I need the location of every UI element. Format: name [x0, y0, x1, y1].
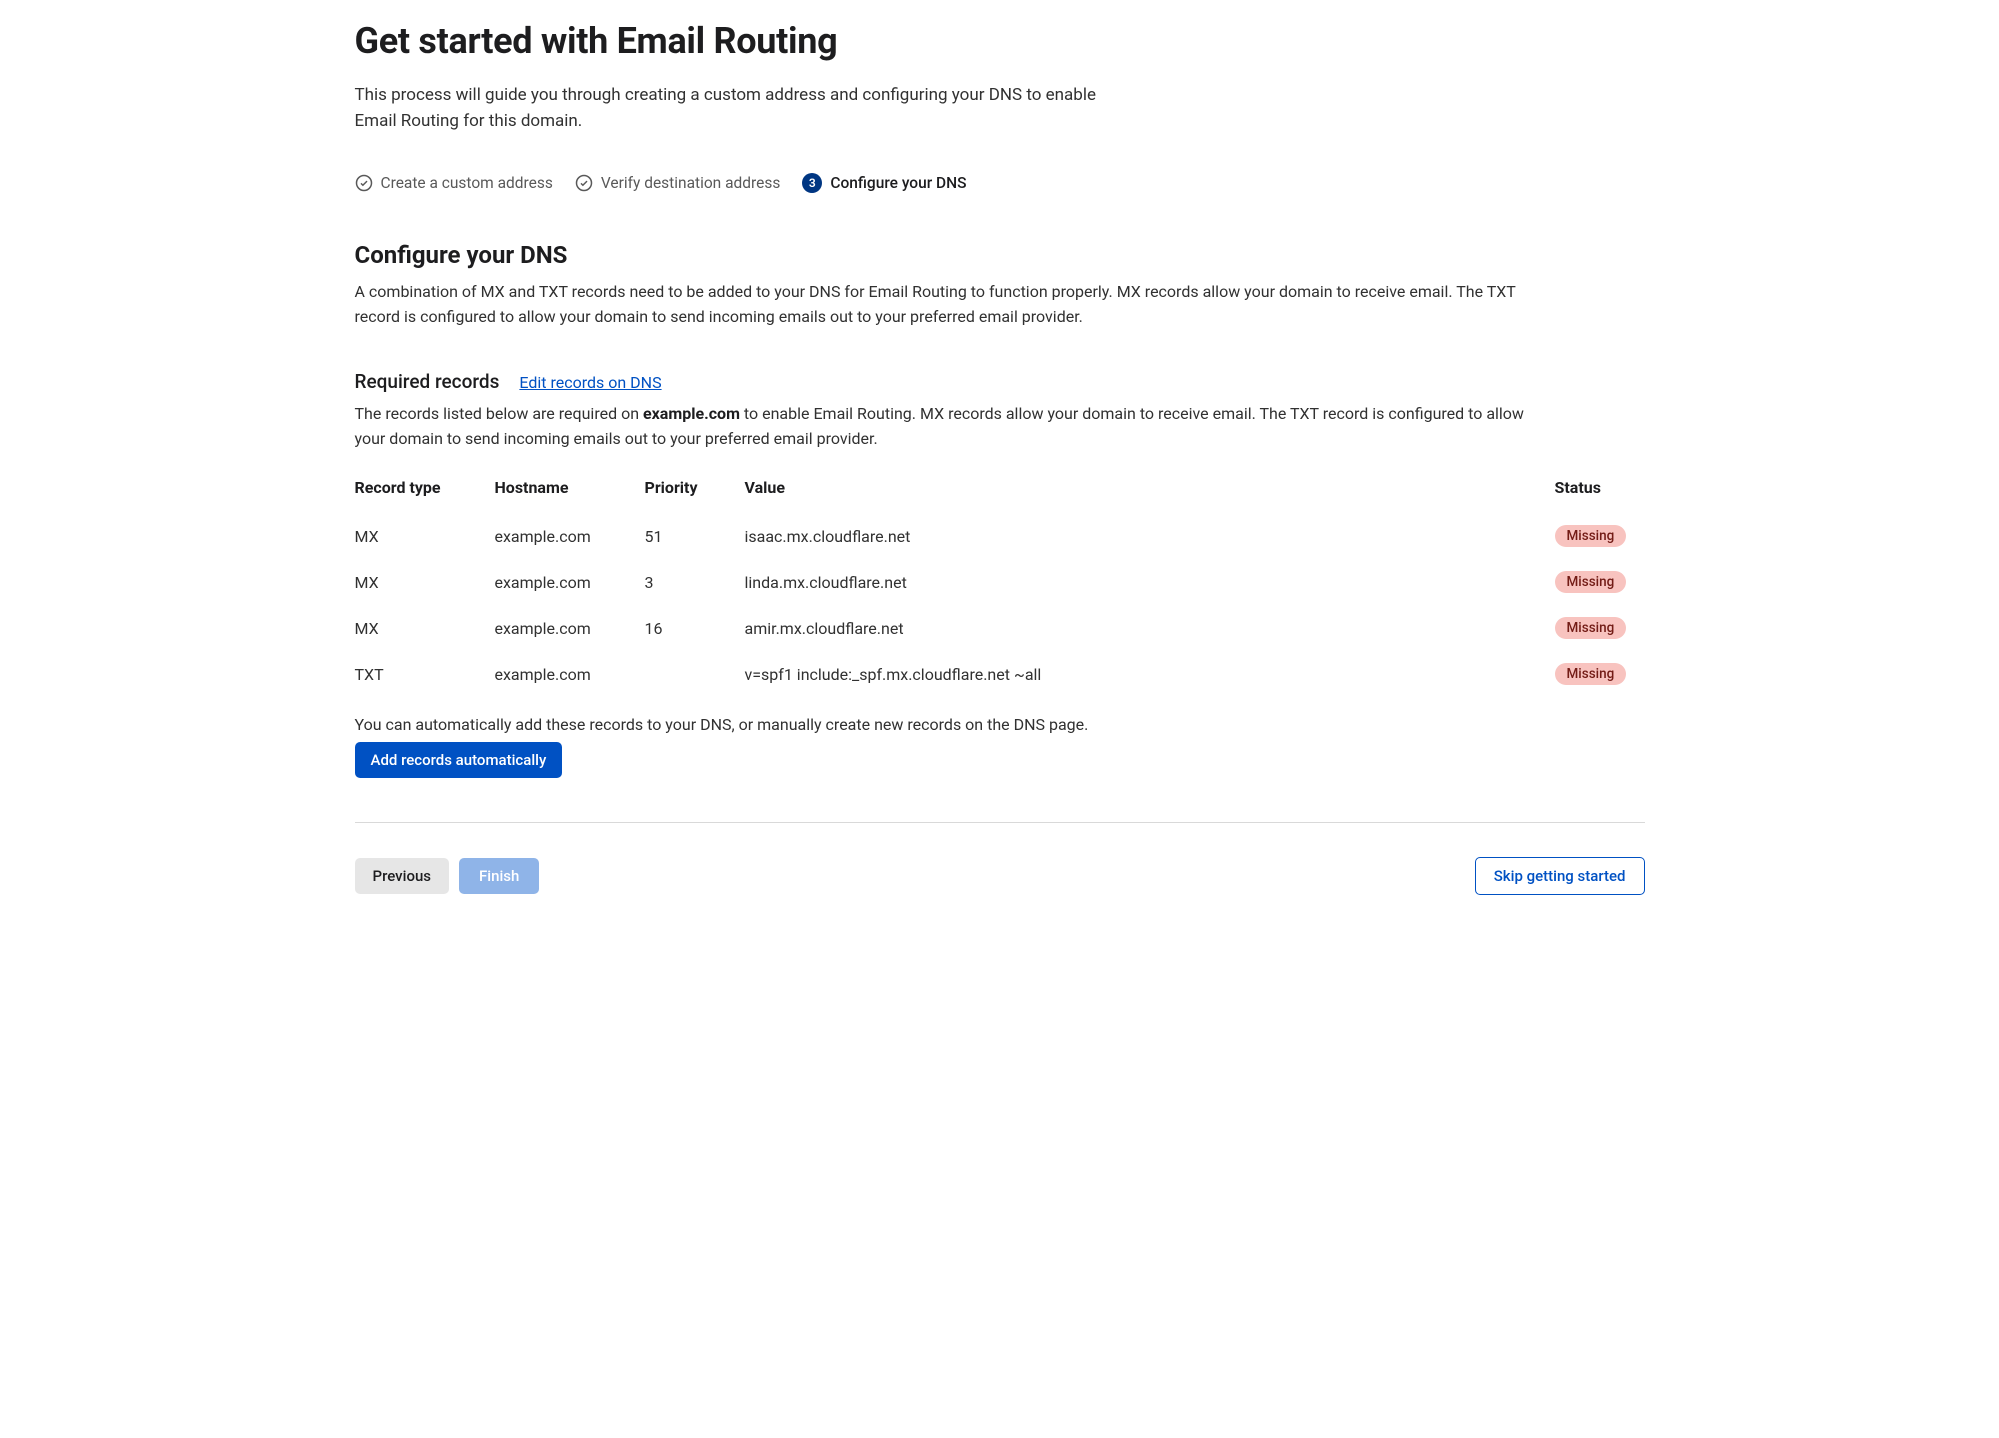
skip-getting-started-button[interactable]: Skip getting started — [1475, 857, 1645, 895]
header-priority: Priority — [645, 478, 745, 513]
cell-value: v=spf1 include:_spf.mx.cloudflare.net ~a… — [745, 651, 1555, 697]
footer-actions: Previous Finish Skip getting started — [355, 857, 1645, 895]
cell-type: MX — [355, 605, 495, 651]
table-row: MXexample.com3linda.mx.cloudflare.netMis… — [355, 559, 1645, 605]
section-title: Configure your DNS — [355, 241, 1645, 269]
cell-hostname: example.com — [495, 559, 645, 605]
cell-value: linda.mx.cloudflare.net — [745, 559, 1555, 605]
step-label: Configure your DNS — [830, 174, 966, 192]
previous-button[interactable]: Previous — [355, 858, 450, 894]
cell-value: isaac.mx.cloudflare.net — [745, 513, 1555, 559]
cell-type: TXT — [355, 651, 495, 697]
finish-button[interactable]: Finish — [459, 858, 539, 894]
step-create-address: Create a custom address — [355, 174, 553, 192]
header-record-type: Record type — [355, 478, 495, 513]
page-container: Get started with Email Routing This proc… — [355, 0, 1645, 945]
cell-hostname: example.com — [495, 605, 645, 651]
progress-stepper: Create a custom address Verify destinati… — [355, 173, 1645, 193]
cell-type: MX — [355, 513, 495, 559]
step-verify-destination: Verify destination address — [575, 174, 780, 192]
header-hostname: Hostname — [495, 478, 645, 513]
table-row: MXexample.com51isaac.mx.cloudflare.netMi… — [355, 513, 1645, 559]
edit-records-link[interactable]: Edit records on DNS — [519, 373, 661, 392]
status-badge: Missing — [1555, 617, 1627, 639]
auto-add-note: You can automatically add these records … — [355, 715, 1645, 734]
required-records-heading: Required records — [355, 370, 500, 393]
cell-status: Missing — [1555, 559, 1645, 605]
intro-text: This process will guide you through crea… — [355, 82, 1135, 135]
page-title: Get started with Email Routing — [355, 20, 1645, 62]
section-description: A combination of MX and TXT records need… — [355, 279, 1535, 330]
dns-records-table: Record type Hostname Priority Value Stat… — [355, 478, 1645, 697]
step-label: Create a custom address — [381, 174, 553, 192]
step-number-badge: 3 — [802, 173, 822, 193]
domain-name: example.com — [643, 404, 740, 423]
step-configure-dns: 3 Configure your DNS — [802, 173, 966, 193]
header-status: Status — [1555, 478, 1645, 513]
step-label: Verify destination address — [601, 174, 780, 192]
status-badge: Missing — [1555, 525, 1627, 547]
required-records-description: The records listed below are required on… — [355, 401, 1535, 452]
cell-priority — [645, 651, 745, 697]
status-badge: Missing — [1555, 571, 1627, 593]
table-header-row: Record type Hostname Priority Value Stat… — [355, 478, 1645, 513]
cell-hostname: example.com — [495, 513, 645, 559]
cell-status: Missing — [1555, 513, 1645, 559]
cell-status: Missing — [1555, 605, 1645, 651]
table-row: MXexample.com16amir.mx.cloudflare.netMis… — [355, 605, 1645, 651]
required-records-header: Required records Edit records on DNS — [355, 370, 1645, 393]
check-circle-icon — [575, 174, 593, 192]
check-circle-icon — [355, 174, 373, 192]
cell-value: amir.mx.cloudflare.net — [745, 605, 1555, 651]
cell-priority: 3 — [645, 559, 745, 605]
cell-status: Missing — [1555, 651, 1645, 697]
cell-type: MX — [355, 559, 495, 605]
status-badge: Missing — [1555, 663, 1627, 685]
divider — [355, 822, 1645, 823]
table-row: TXTexample.com v=spf1 include:_spf.mx.clo… — [355, 651, 1645, 697]
add-records-button[interactable]: Add records automatically — [355, 742, 563, 778]
cell-priority: 16 — [645, 605, 745, 651]
desc-prefix: The records listed below are required on — [355, 404, 644, 423]
cell-priority: 51 — [645, 513, 745, 559]
header-value: Value — [745, 478, 1555, 513]
cell-hostname: example.com — [495, 651, 645, 697]
